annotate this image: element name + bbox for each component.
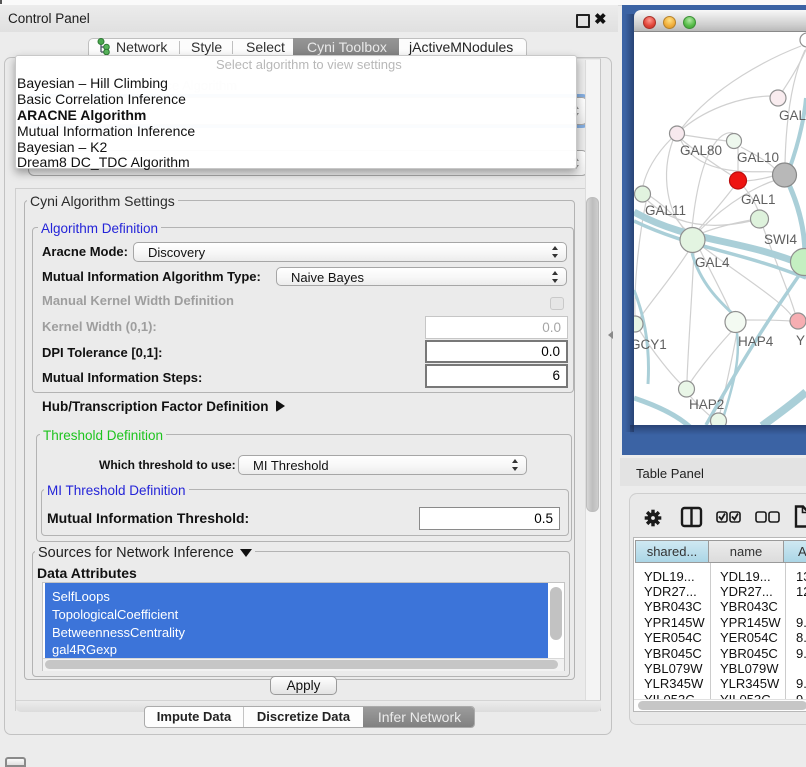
svg-text:GAL80: GAL80 bbox=[680, 143, 722, 158]
svg-text:HAP2: HAP2 bbox=[689, 397, 724, 412]
svg-text:SWI4: SWI4 bbox=[764, 232, 797, 247]
svg-text:HAP4: HAP4 bbox=[738, 334, 774, 349]
svg-text:GAL: GAL bbox=[779, 108, 806, 123]
svg-text:GAL11: GAL11 bbox=[645, 203, 686, 218]
svg-text:GAL4: GAL4 bbox=[695, 255, 730, 270]
svg-text:GAL1: GAL1 bbox=[741, 192, 776, 207]
svg-text:GCY1: GCY1 bbox=[634, 337, 667, 352]
svg-text:GAL10: GAL10 bbox=[737, 150, 779, 165]
svg-text:Y: Y bbox=[796, 333, 805, 348]
